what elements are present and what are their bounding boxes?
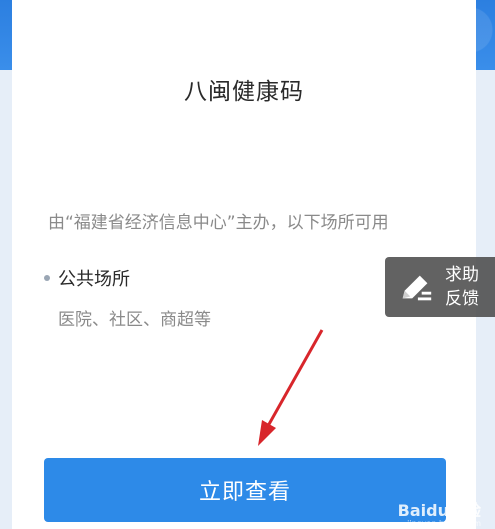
- help-feedback-button[interactable]: 求助 反馈: [385, 257, 495, 317]
- organizer-description: 由“福建省经济信息中心”主办，以下场所可用: [48, 213, 389, 233]
- venue-category-title: 公共场所: [58, 269, 130, 290]
- pencil-edit-icon: [402, 275, 432, 301]
- baidu-watermark: Baidu经验 jingyan.baidu.com: [369, 487, 489, 528]
- bullet-dot: [44, 275, 50, 281]
- help-label-line1: 求助: [445, 265, 479, 285]
- watermark-brand: Baidu经验: [397, 501, 481, 520]
- help-label-line2: 反馈: [445, 289, 479, 309]
- venue-list: 医院、社区、商超等: [58, 310, 211, 330]
- page-title: 八闽健康码: [184, 79, 304, 105]
- watermark-url: jingyan.baidu.com: [407, 519, 481, 528]
